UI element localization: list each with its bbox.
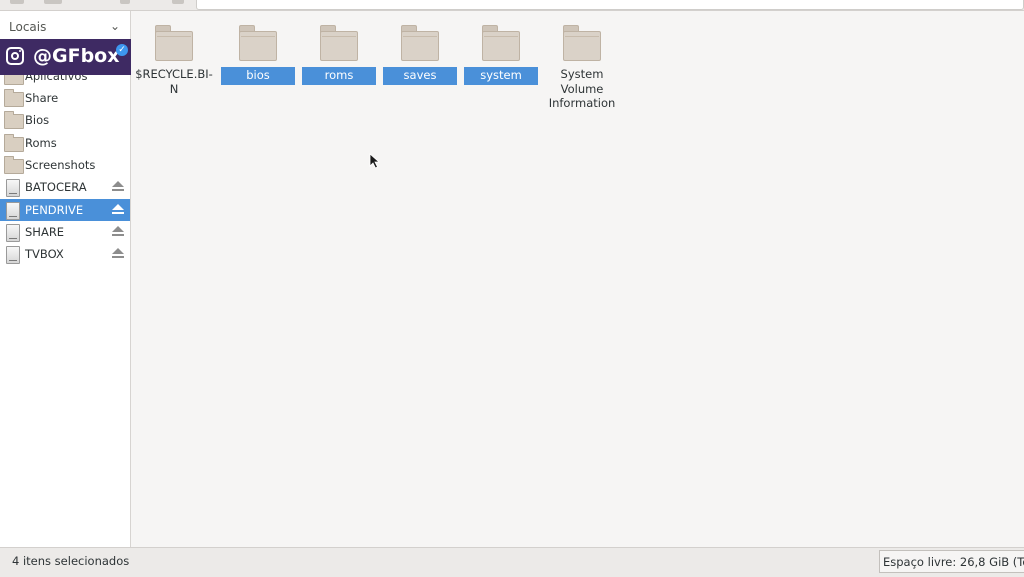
sidebar: Locais ⌄ Aplicativos Share Bios Roms Scr… bbox=[0, 11, 131, 547]
sidebar-item-label: SHARE bbox=[25, 225, 65, 239]
sidebar-item-label: Bios bbox=[25, 113, 50, 127]
drive-icon bbox=[4, 202, 22, 220]
verified-badge-icon: ✓ bbox=[116, 44, 128, 56]
sidebar-item-share-drive[interactable]: SHARE bbox=[0, 221, 130, 243]
folder-icon bbox=[320, 25, 358, 61]
places-header[interactable]: Locais ⌄ bbox=[0, 17, 130, 37]
forward-button[interactable] bbox=[44, 0, 62, 4]
file-item-saves[interactable]: saves bbox=[380, 19, 460, 119]
sidebar-item-label: BATOCERA bbox=[25, 180, 87, 194]
sidebar-item-label: Screenshots bbox=[25, 158, 96, 172]
eject-icon[interactable] bbox=[111, 181, 125, 193]
folder-icon bbox=[239, 25, 277, 61]
folder-icon bbox=[155, 25, 193, 61]
file-item-label: saves bbox=[380, 67, 460, 85]
folder-icon bbox=[482, 25, 520, 61]
home-icon[interactable] bbox=[172, 0, 184, 4]
free-space-indicator: Espaço livre: 26,8 GiB (To bbox=[879, 550, 1024, 573]
folder-icon bbox=[563, 25, 601, 61]
sidebar-item-bios[interactable]: Bios bbox=[0, 109, 130, 131]
location-bar[interactable] bbox=[196, 0, 1024, 10]
file-item-system[interactable]: system bbox=[461, 19, 541, 119]
sidebar-item-label: TVBOX bbox=[25, 247, 64, 261]
sidebar-item-screenshots[interactable]: Screenshots bbox=[0, 154, 130, 176]
sidebar-item-pendrive[interactable]: PENDRIVE bbox=[0, 199, 130, 221]
selection-status: 4 itens selecionados bbox=[12, 554, 130, 568]
sidebar-item-share[interactable]: Share bbox=[0, 87, 130, 109]
toolbar bbox=[0, 0, 1024, 11]
drive-icon bbox=[4, 179, 22, 197]
file-item-label: bios bbox=[218, 67, 298, 85]
sidebar-item-label: PENDRIVE bbox=[25, 203, 84, 217]
file-item-label: system bbox=[461, 67, 541, 85]
file-item-system-volume-information[interactable]: System Volume Information bbox=[542, 19, 622, 119]
file-manager-window: Locais ⌄ Aplicativos Share Bios Roms Scr… bbox=[0, 0, 1024, 577]
eject-icon[interactable] bbox=[111, 248, 125, 260]
folder-icon bbox=[4, 156, 24, 174]
instagram-icon bbox=[6, 47, 24, 65]
chevron-down-icon[interactable]: ⌄ bbox=[110, 19, 120, 33]
mouse-cursor-icon bbox=[369, 153, 381, 169]
drive-icon bbox=[4, 224, 22, 242]
file-item-recycle-bin[interactable]: $RECYCLE.BI- N bbox=[134, 19, 214, 119]
instagram-handle: @GFbox bbox=[33, 45, 120, 67]
sidebar-item-roms[interactable]: Roms bbox=[0, 132, 130, 154]
eject-icon[interactable] bbox=[111, 226, 125, 238]
file-item-label: System Volume Information bbox=[548, 67, 616, 110]
folder-icon bbox=[401, 25, 439, 61]
file-item-roms[interactable]: roms bbox=[299, 19, 379, 119]
status-bar: 4 itens selecionados Espaço livre: 26,8 … bbox=[0, 547, 1024, 577]
file-item-bios[interactable]: bios bbox=[218, 19, 298, 119]
eject-icon[interactable] bbox=[111, 204, 125, 216]
instagram-overlay: @GFbox ✓ bbox=[0, 39, 140, 75]
up-button[interactable] bbox=[120, 0, 130, 4]
folder-icon bbox=[4, 111, 24, 129]
file-item-label: $RECYCLE.BI- N bbox=[135, 67, 213, 96]
sidebar-item-label: Roms bbox=[25, 136, 57, 150]
back-button[interactable] bbox=[10, 0, 24, 4]
folder-icon bbox=[4, 134, 24, 152]
sidebar-item-batocera[interactable]: BATOCERA bbox=[0, 176, 130, 198]
file-view[interactable]: $RECYCLE.BI- N bios roms saves system Sy… bbox=[131, 11, 1024, 547]
places-header-label: Locais bbox=[9, 20, 47, 34]
drive-icon bbox=[4, 246, 22, 264]
sidebar-item-label: Share bbox=[25, 91, 59, 105]
sidebar-item-tvbox[interactable]: TVBOX bbox=[0, 243, 130, 265]
folder-icon bbox=[4, 89, 24, 107]
file-item-label: roms bbox=[299, 67, 379, 85]
